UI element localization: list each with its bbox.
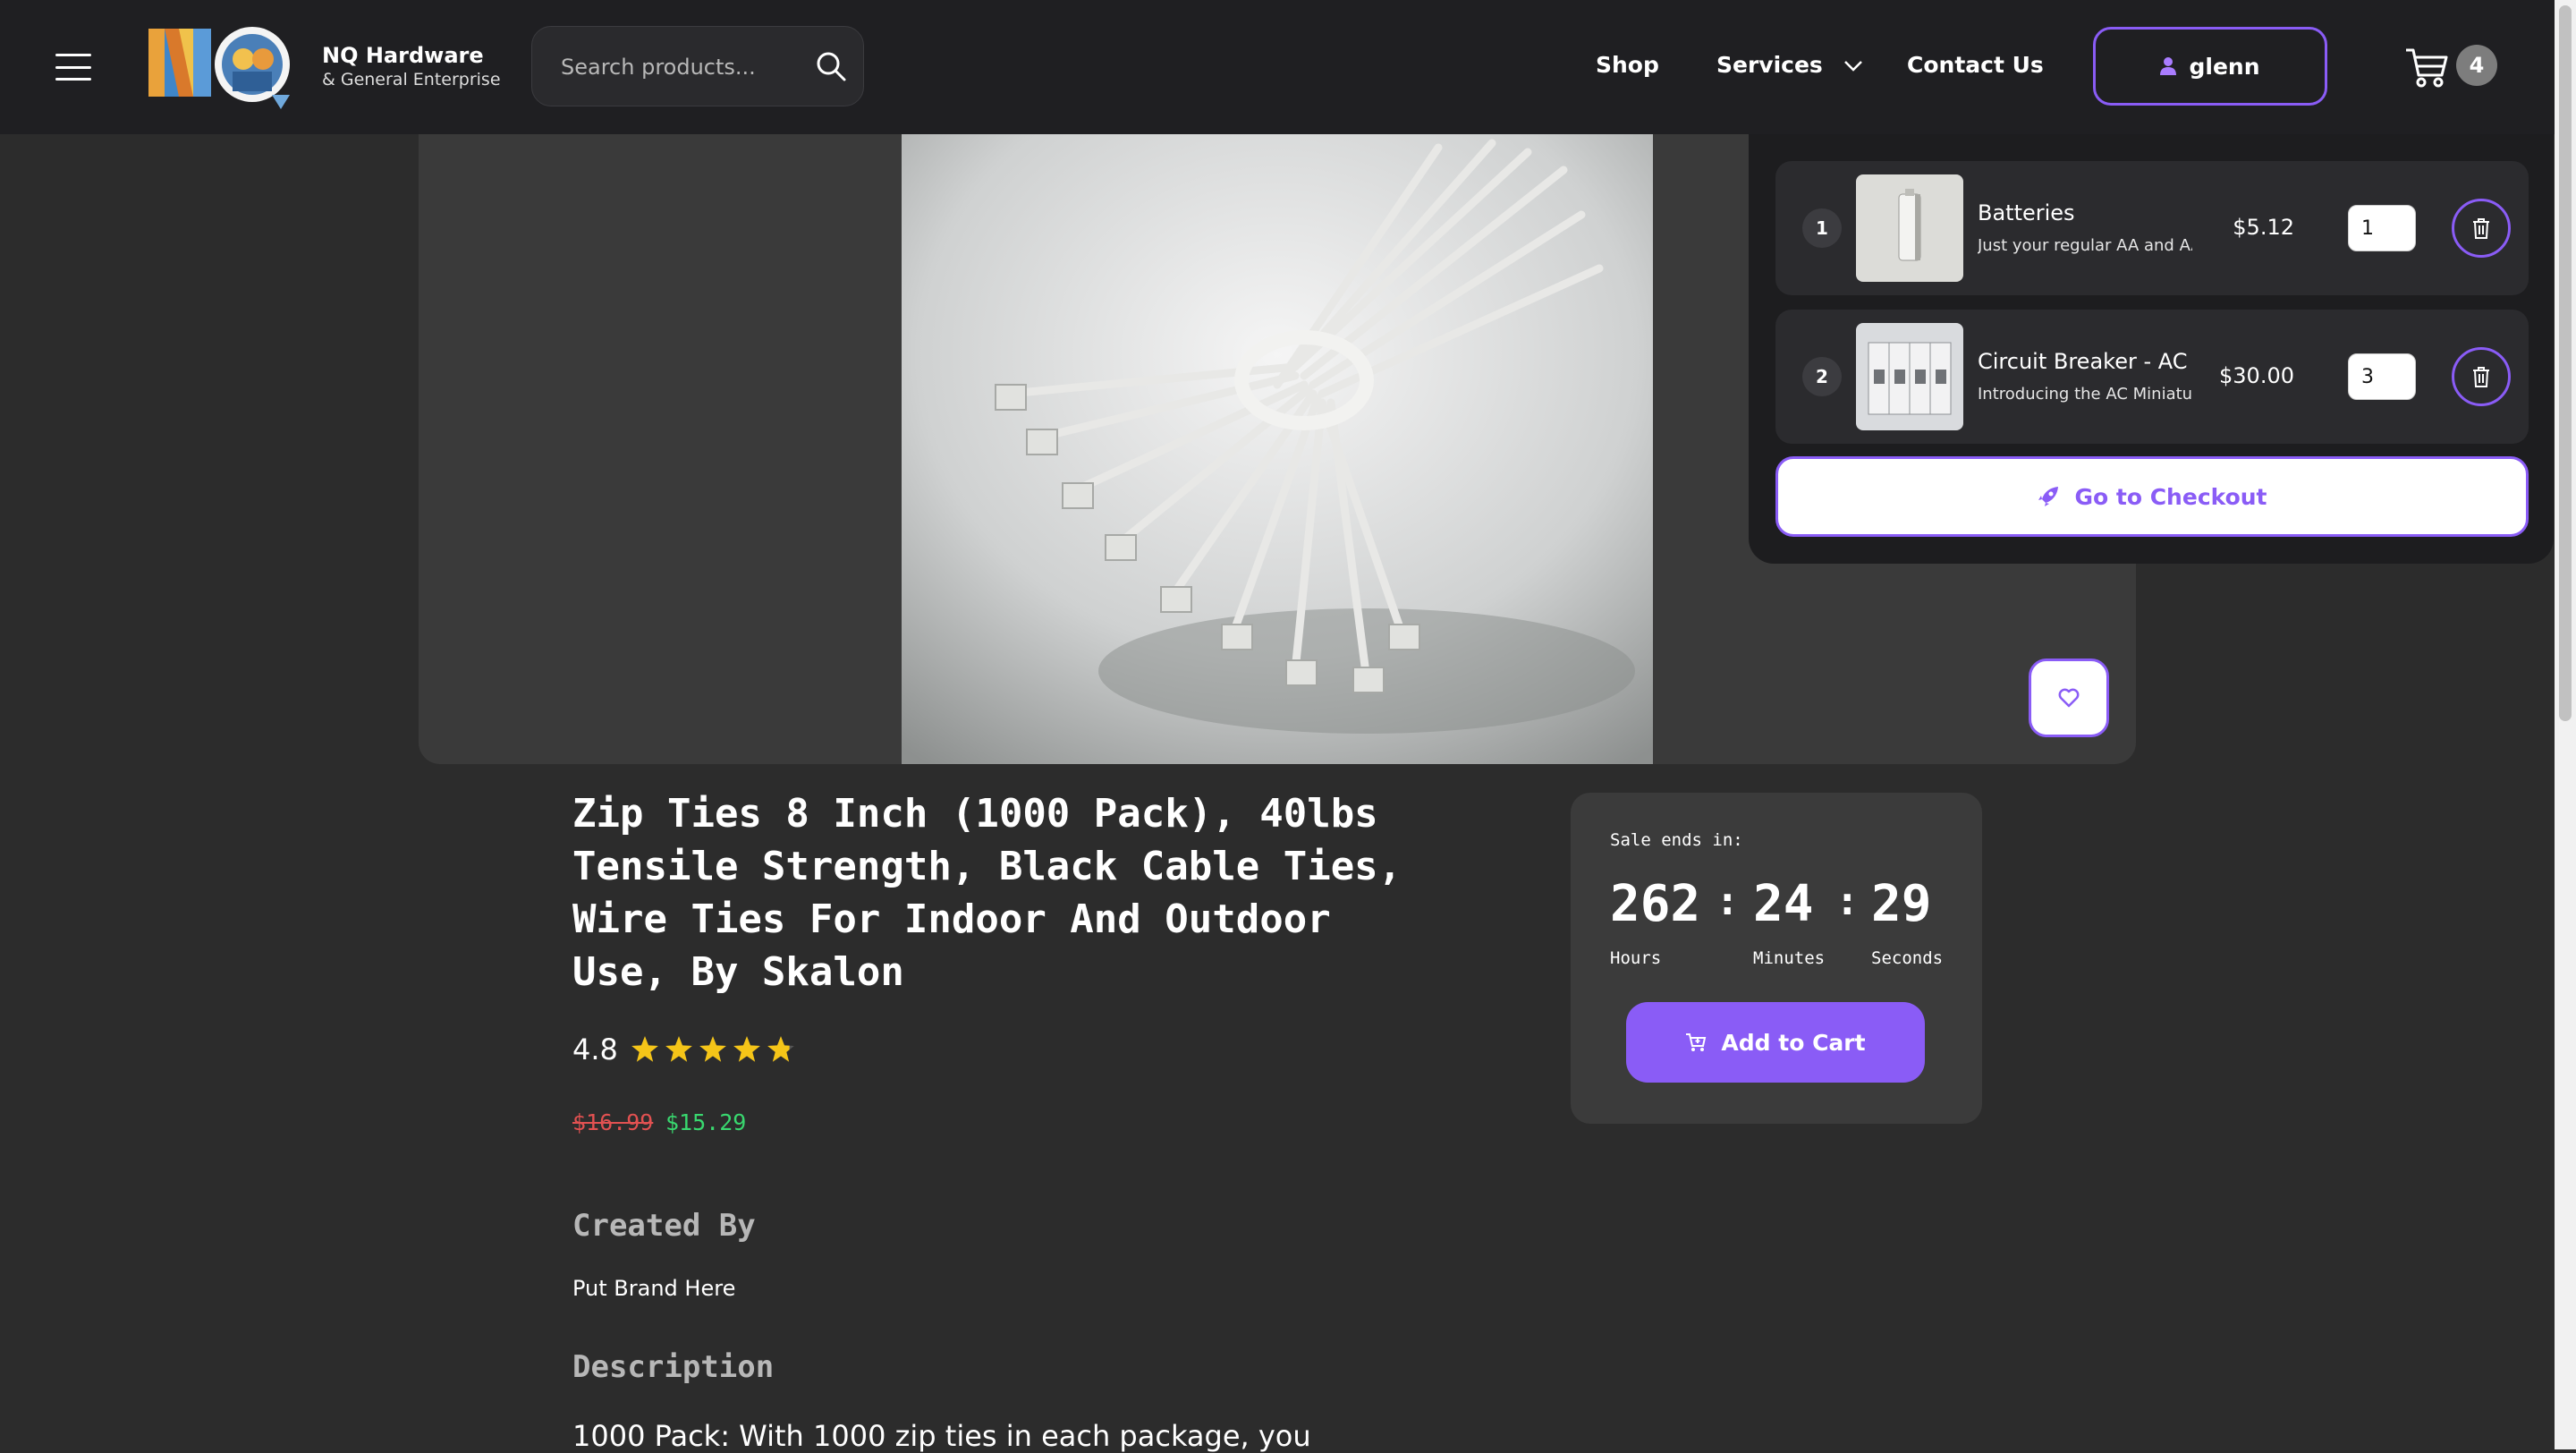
scrollbar-thumb[interactable] [2559,5,2572,721]
trash-icon [2473,218,2489,239]
cart-item-name: Batteries [1978,200,2075,225]
add-to-cart-label: Add to Cart [1721,1029,1866,1056]
countdown-separator: : [1835,879,1860,924]
nav-contact[interactable]: Contact Us [1907,52,2044,78]
star-icon [733,1036,760,1062]
cart-add-icon [1686,1033,1707,1051]
cart-item-description: Introducing the AC Miniature Circuit Bre… [1978,385,2192,404]
sale-countdown-card: Sale ends in: 262 : 24 : 29 Hours Minute… [1571,793,1982,1124]
chevron-down-icon [1843,61,1862,72]
add-to-cart-button[interactable]: Add to Cart [1626,1002,1925,1083]
quantity-input[interactable] [2348,205,2416,251]
user-account-button[interactable]: glenn [2093,27,2327,106]
brand-subtitle: & General Enterprise [322,70,501,89]
star-icon [767,1036,794,1062]
rocket-icon [2038,487,2059,506]
cart-item: 2 Circuit Breaker - AC Introducing the A… [1775,310,2529,444]
remove-item-button[interactable] [2452,199,2511,258]
top-navbar: NQ Hardware & General Enterprise Shop Se… [0,0,2555,134]
cart-dropdown: 1 Batteries Just your regular AA and AAA… [1749,134,2554,564]
cart-item-index: 1 [1802,208,1842,248]
user-name: glenn [2189,53,2260,80]
sale-price: $15.29 [665,1109,747,1135]
rating-value: 4.8 [572,1032,618,1066]
original-price: $16.99 [572,1109,654,1135]
hours-label: Hours [1610,948,1662,968]
circuit-breaker-thumbnail[interactable] [1856,323,1963,430]
brand-name: NQ Hardware [322,43,484,68]
search-box [531,26,864,106]
nav-services-label: Services [1716,52,1823,78]
nav-services[interactable]: Services [1716,52,1863,78]
description-heading: Description [572,1349,775,1385]
quantity-input[interactable] [2348,353,2416,400]
countdown-separator: : [1716,879,1740,924]
trash-icon [2473,367,2489,387]
search-input[interactable] [559,48,795,86]
brand-value: Put Brand Here [572,1276,736,1301]
cart-item-description: Just your regular AA and AAA batteries [1978,236,2192,255]
cart-item-price: $30.00 [2219,363,2294,388]
created-by-heading: Created By [572,1208,756,1244]
heart-icon [2058,688,2080,708]
star-icon [665,1036,692,1062]
favorite-button[interactable] [2029,659,2109,737]
minutes-label: Minutes [1753,948,1826,968]
menu-icon[interactable] [55,54,91,81]
checkout-label: Go to Checkout [2074,483,2267,510]
remove-item-button[interactable] [2452,347,2511,406]
cart-icon[interactable] [2404,45,2449,89]
star-icon [699,1036,726,1062]
product-title: Zip Ties 8 Inch (1000 Pack), 40lbs Tensi… [572,791,1402,995]
cart-item-name: Circuit Breaker - AC [1978,349,2188,374]
cart-item-price: $5.12 [2233,215,2294,240]
checkout-button[interactable]: Go to Checkout [1775,456,2529,537]
page-scrollbar[interactable] [2555,0,2576,1449]
product-rating: 4.8 [572,1032,795,1066]
seconds-label: Seconds [1871,948,1944,968]
countdown-seconds: 29 [1871,875,1932,933]
product-image [902,134,1653,764]
cart-count-badge: 4 [2456,45,2497,86]
battery-thumbnail[interactable] [1856,174,1963,282]
nav-shop[interactable]: Shop [1596,52,1659,78]
cart-item: 1 Batteries Just your regular AA and AAA… [1775,161,2529,295]
description-text: 1000 Pack: With 1000 zip ties in each pa… [572,1419,1311,1453]
search-icon[interactable] [815,50,847,82]
cart-item-index: 2 [1802,357,1842,396]
rating-stars [631,1035,795,1064]
countdown-minutes: 24 [1753,875,1814,933]
sale-ends-label: Sale ends in: [1610,830,1743,850]
star-icon [631,1036,658,1062]
user-icon [2160,57,2177,75]
store-logo[interactable] [147,23,308,111]
countdown-hours: 262 [1610,875,1701,933]
